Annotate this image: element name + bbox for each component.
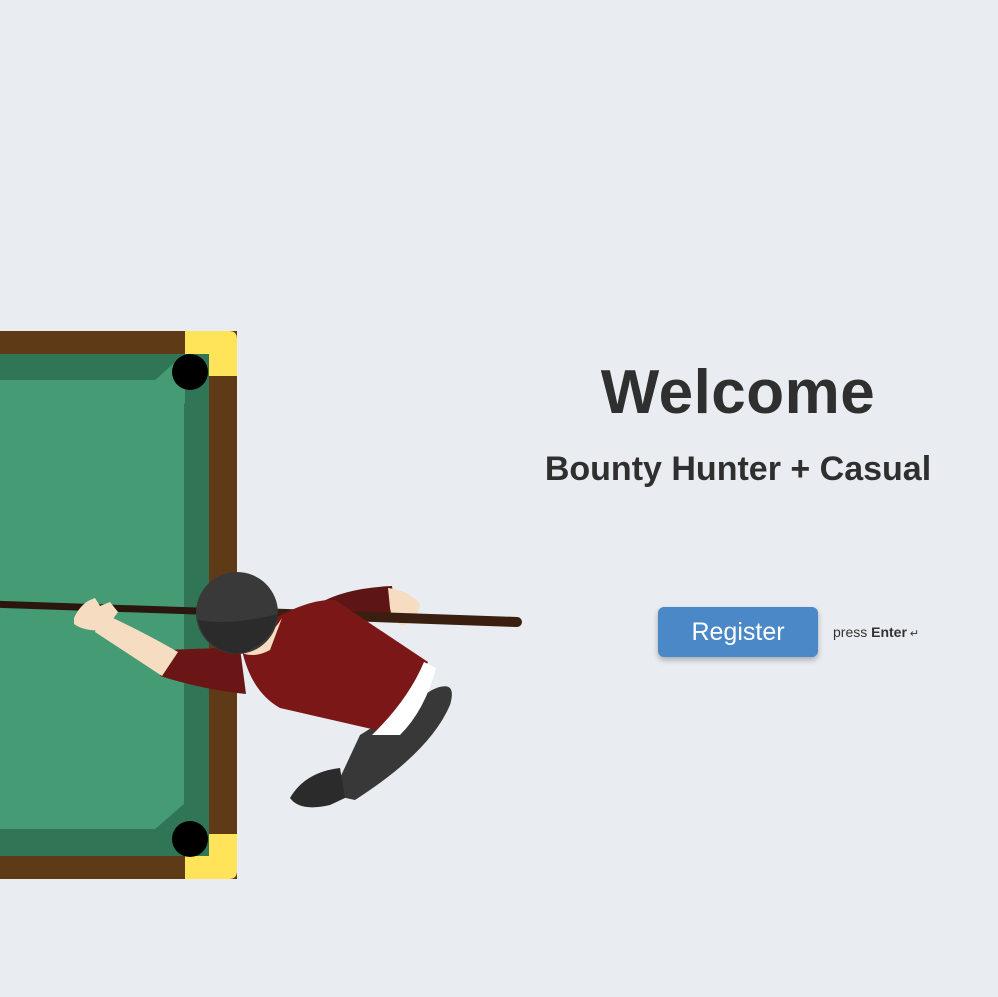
- hint-prefix: press: [833, 624, 868, 640]
- page-subtitle: Bounty Hunter + Casual: [544, 450, 932, 488]
- pool-player-illustration: [0, 331, 522, 879]
- return-arrow-icon: ↵: [909, 628, 920, 640]
- keyboard-hint: press Enter ↵: [833, 624, 919, 640]
- register-button[interactable]: Register: [658, 607, 818, 657]
- hint-key: Enter: [871, 624, 907, 640]
- welcome-section: Welcome Bounty Hunter + Casual: [520, 355, 956, 489]
- page-title: Welcome: [600, 358, 876, 427]
- pocket-bottom: [172, 821, 208, 857]
- player-shoe: [290, 768, 345, 808]
- pocket-top: [172, 354, 208, 390]
